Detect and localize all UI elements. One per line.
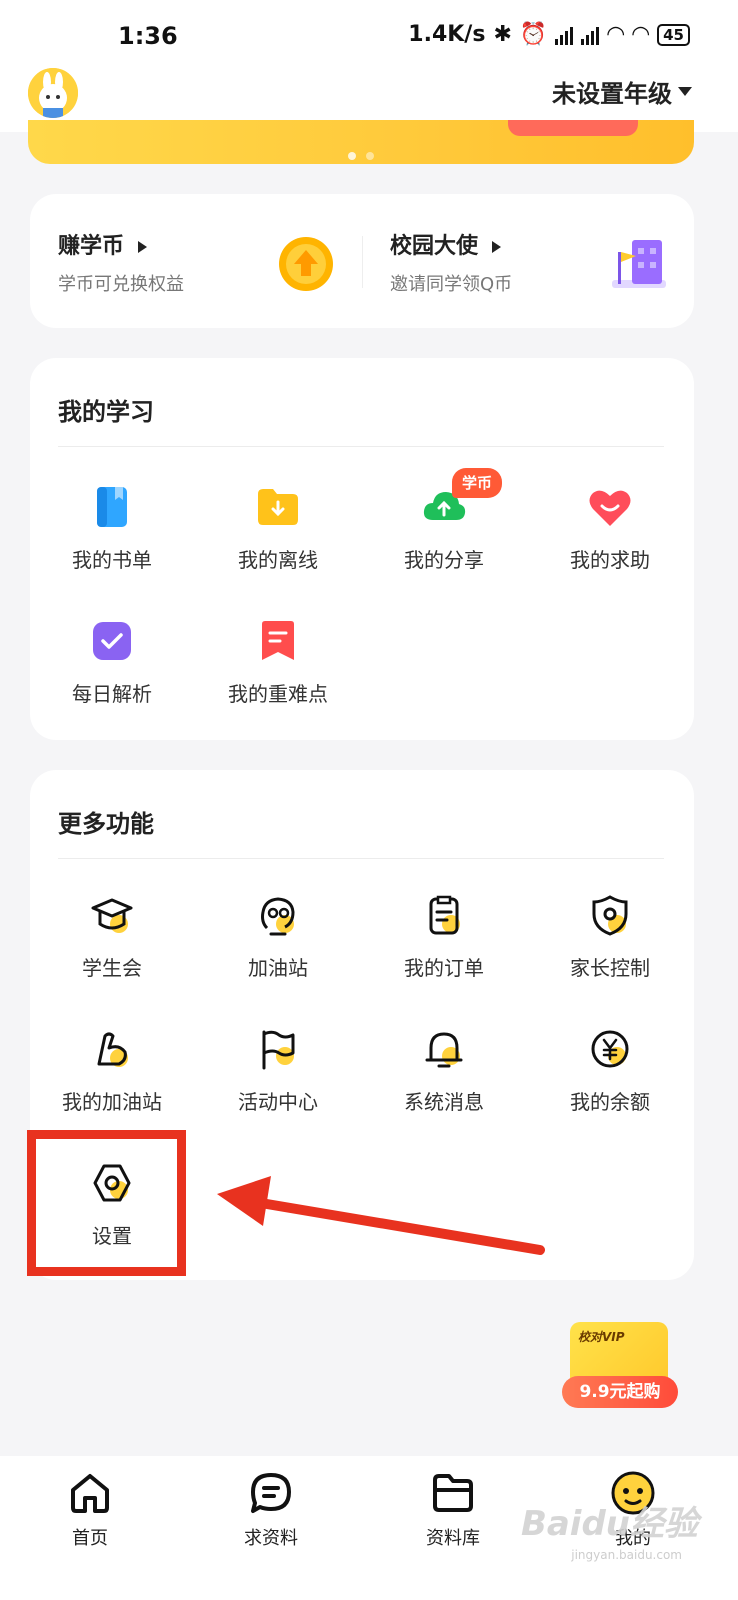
card-divider: [362, 236, 363, 288]
banner-button: [508, 120, 638, 136]
status-time: 1:36: [118, 22, 178, 50]
flag-icon: [262, 1030, 295, 1070]
book-icon: [97, 487, 127, 527]
parental-control-item[interactable]: 家长控制: [535, 892, 685, 981]
nav-label: 首页: [72, 1528, 108, 1549]
fuel-station-item[interactable]: 加油站: [203, 892, 353, 981]
clipboard-icon: [429, 895, 460, 935]
shield-face-icon: [592, 895, 628, 936]
bluetooth-icon: ✱: [493, 22, 512, 47]
nav-label: 求资料: [244, 1528, 298, 1549]
item-label: 加油站: [248, 956, 308, 980]
settings-highlight-box: [27, 1130, 186, 1276]
user-avatar[interactable]: [28, 68, 78, 118]
battery-icon: 45: [657, 23, 690, 46]
grade-selector[interactable]: 未设置年级: [552, 74, 692, 109]
check-badge-icon: [93, 622, 131, 660]
item-label: 我的重难点: [228, 682, 328, 706]
alarm-icon: ⏰: [519, 22, 548, 47]
my-help-item[interactable]: 我的求助: [535, 484, 685, 573]
nav-home[interactable]: 首页: [30, 1470, 150, 1550]
caret-down-icon: [678, 87, 692, 96]
signal-icon-2: [581, 25, 600, 45]
item-label: 家长控制: [570, 956, 650, 980]
item-label: 活动中心: [238, 1090, 318, 1114]
ambassador-title: 校园大使: [390, 234, 479, 259]
item-label: 我的离线: [238, 548, 318, 572]
my-balance-item[interactable]: 我的余额: [535, 1026, 685, 1115]
campus-ambassador-entry[interactable]: 校园大使 邀请同学领Q币: [390, 228, 610, 298]
nav-library[interactable]: 资料库: [393, 1470, 513, 1550]
heart-smile-icon: [589, 490, 631, 526]
banner-dot: [366, 152, 374, 160]
network-speed: 1.4K/s: [408, 22, 486, 47]
chat-request-icon: [251, 1473, 291, 1513]
ambassador-subtitle: 邀请同学领Q币: [390, 274, 513, 295]
item-label: 我的余额: [570, 1090, 650, 1114]
face-glasses-icon: [261, 897, 295, 936]
bookmark-note-icon: [262, 621, 294, 660]
item-label: 我的订单: [404, 956, 484, 980]
status-indicators: 1.4K/s ✱ ⏰ ◠ ◠ 45: [408, 22, 690, 47]
play-arrow-icon: [492, 241, 502, 253]
my-study-title: 我的学习: [58, 398, 154, 426]
folder-library-icon: [433, 1474, 473, 1512]
nav-request-materials[interactable]: 求资料: [211, 1470, 331, 1550]
promo-banner[interactable]: [28, 120, 694, 164]
daily-analysis-item[interactable]: 每日解析: [37, 618, 187, 707]
wifi-icon: ◠: [607, 22, 625, 47]
item-label: 我的加油站: [62, 1090, 162, 1114]
more-functions-title: 更多功能: [58, 810, 154, 838]
vip-tag: 校对VIP: [578, 1330, 625, 1344]
my-orders-item[interactable]: 我的订单: [369, 892, 519, 981]
my-booklist-item[interactable]: 我的书单: [37, 484, 187, 573]
banner-dot-active: [348, 152, 356, 160]
item-label: 系统消息: [404, 1090, 484, 1114]
activity-center-item[interactable]: 活动中心: [203, 1026, 353, 1115]
item-label: 我的书单: [72, 548, 152, 572]
vip-price-button[interactable]: 9.9元起购: [562, 1376, 678, 1408]
earn-coins-title: 赚学币: [58, 234, 125, 259]
signal-icon: [555, 25, 574, 45]
section-divider: [58, 446, 664, 447]
wifi-icon-2: ◠: [632, 22, 650, 47]
key-points-item[interactable]: 我的重难点: [203, 618, 353, 707]
item-label: 我的分享: [404, 548, 484, 572]
building-flag-icon: [612, 240, 666, 288]
yen-coin-icon: [591, 1030, 629, 1068]
watermark: Baidu经验: [520, 1504, 698, 1544]
item-label: 每日解析: [72, 682, 152, 706]
bunny-mascot-icon: [28, 68, 78, 118]
home-icon: [71, 1474, 109, 1513]
system-messages-item[interactable]: 系统消息: [369, 1026, 519, 1115]
my-fuel-station-item[interactable]: 我的加油站: [37, 1026, 187, 1115]
coin-reward-badge: 学币: [452, 468, 503, 498]
item-label: 学生会: [82, 956, 142, 980]
grade-selector-label: 未设置年级: [552, 80, 672, 108]
bell-icon: [425, 1032, 463, 1068]
my-share-item[interactable]: 我的分享: [369, 484, 519, 573]
graduation-cap-icon: [91, 898, 133, 933]
flexed-arm-icon: [97, 1032, 128, 1067]
watermark-url: jingyan.baidu.com: [571, 1548, 682, 1562]
annotation-arrow-icon: [217, 1176, 545, 1255]
section-divider: [58, 858, 664, 859]
nav-label: 资料库: [426, 1528, 480, 1549]
item-label: 我的求助: [570, 548, 650, 572]
student-union-item[interactable]: 学生会: [37, 892, 187, 981]
folder-download-icon: [258, 489, 298, 525]
my-offline-item[interactable]: 我的离线: [203, 484, 353, 573]
play-arrow-icon: [138, 241, 148, 253]
coin-icon: [279, 237, 333, 291]
